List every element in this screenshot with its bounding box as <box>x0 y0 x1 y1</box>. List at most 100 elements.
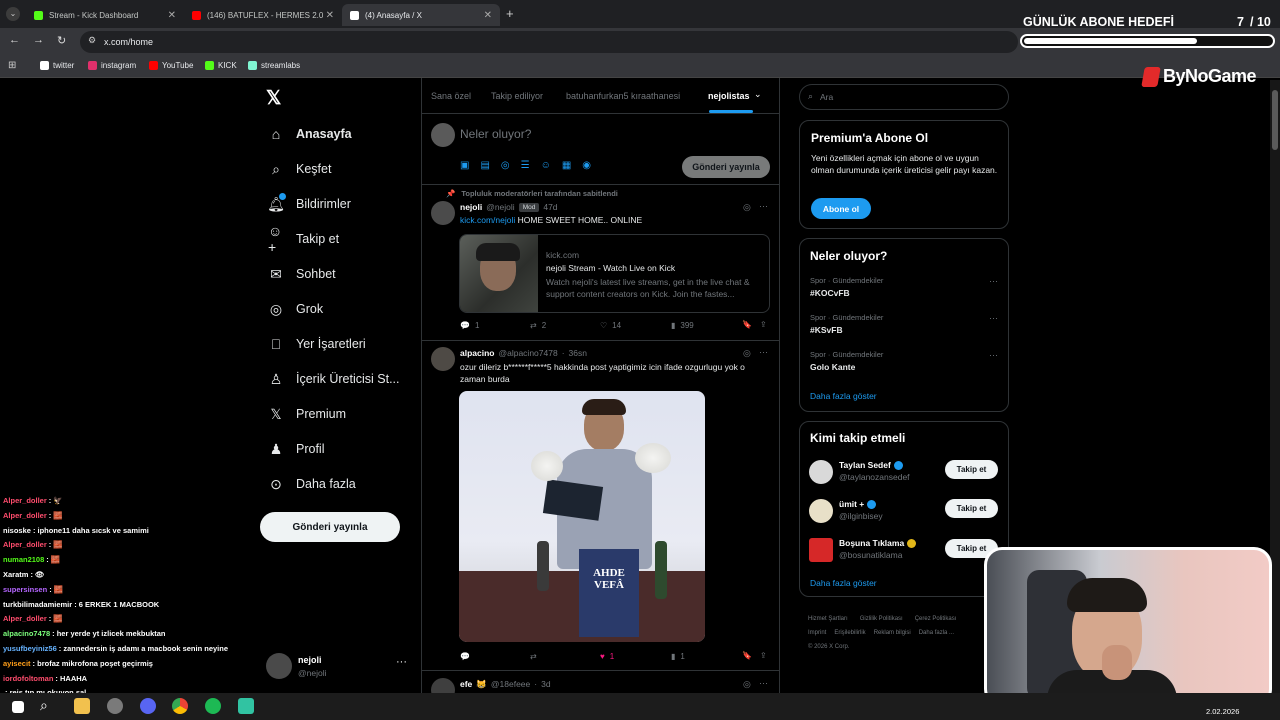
bookmark-instagram[interactable]: instagram <box>88 61 136 70</box>
bookmark-youtube[interactable]: YouTube <box>149 61 193 70</box>
sidebar-item-sohbet[interactable]: ✉ Sohbet <box>268 264 336 284</box>
more-dots-icon[interactable]: ··· <box>396 656 407 668</box>
schedule-icon[interactable]: ▦ <box>562 160 571 171</box>
sidebar-item-daha-fazla[interactable]: ⊙ Daha fazla <box>268 474 356 494</box>
bookmark-streamlabs[interactable]: streamlabs <box>248 61 300 70</box>
gif-icon[interactable]: ▤ <box>480 160 489 171</box>
bookmark-twitter[interactable]: twitter <box>40 61 74 70</box>
grok-icon[interactable]: ◎ <box>743 348 751 359</box>
close-tab-icon[interactable]: ✕ <box>484 10 492 21</box>
trend-item[interactable]: Spor · Gündemdekiler #KSvFB ··· <box>810 313 1000 335</box>
footer-link[interactable]: Daha fazla ... <box>919 630 954 636</box>
bookmark-kick[interactable]: KICK <box>205 61 237 70</box>
discord-icon[interactable] <box>140 698 156 714</box>
poll-icon[interactable]: ☰ <box>521 160 530 171</box>
subscribe-button[interactable]: Abone ol <box>811 198 871 219</box>
post-handle[interactable]: @18efeee <box>491 679 530 690</box>
views-action[interactable]: ▮ 399 <box>671 321 694 330</box>
sidebar-item-bildirimler[interactable]: 🔔︎ Bildirimler <box>267 193 351 214</box>
x-logo-icon[interactable]: 𝕏 <box>266 87 281 110</box>
reply-action[interactable]: 💬 1 <box>460 321 479 330</box>
sidebar-item-yer-i-şaretleri[interactable]: ⎕ Yer İşaretleri <box>268 334 366 354</box>
tab-list-chevron-icon[interactable]: ⌄ <box>6 7 20 21</box>
trend-item[interactable]: Spor · Gündemdekiler #KOCvFB ··· <box>810 276 1000 298</box>
back-icon[interactable]: ← <box>9 34 20 46</box>
footer-link[interactable]: Erişilebilirlik <box>834 630 865 636</box>
close-tab-icon[interactable]: ✕ <box>168 10 176 21</box>
sidebar-item-premium[interactable]: 𝕏 Premium <box>268 404 346 424</box>
streamlabs-icon[interactable] <box>238 698 254 714</box>
bookmark-icon[interactable]: 🔖 <box>742 320 752 329</box>
show-more-link[interactable]: Daha fazla göster <box>810 391 877 401</box>
post-author[interactable]: efe <box>460 679 472 690</box>
windows-start-icon[interactable] <box>12 701 24 713</box>
tab-for-you[interactable]: Sana özel <box>431 91 471 101</box>
grok-icon[interactable]: ◎ <box>743 679 751 690</box>
scrollbar-thumb[interactable] <box>1272 90 1278 150</box>
sidebar-item-anasayfa[interactable]: ⌂ Anasayfa <box>268 124 352 144</box>
tab-youtube[interactable]: (146) BATUFLEX - HERMES 2.0 ✕ <box>184 4 342 26</box>
tab-x-home[interactable]: (4) Anasayfa / X ✕ <box>342 4 500 26</box>
new-tab-icon[interactable]: + <box>506 6 514 21</box>
grok-icon[interactable]: ◎ <box>501 160 510 171</box>
like-action[interactable]: ♥ 1 <box>600 652 614 661</box>
tab-following[interactable]: Takip ediliyor <box>491 91 543 101</box>
sidebar-item-profil[interactable]: ♟ Profil <box>268 439 325 459</box>
reply-action[interactable]: 💬 <box>460 652 470 661</box>
search-icon[interactable]: ⌕ <box>40 697 48 714</box>
follow-button[interactable]: Takip et <box>945 460 998 479</box>
sidebar-post-button[interactable]: Gönderi yayınla <box>260 512 400 542</box>
share-icon[interactable]: ⇪ <box>760 320 767 329</box>
sidebar-item-i-çerik-üreticisi-st[interactable]: ♙ İçerik Üreticisi St... <box>268 369 400 389</box>
forward-icon[interactable]: → <box>33 34 44 46</box>
footer-link[interactable]: Gizlilik Politikası <box>860 616 903 622</box>
post-handle[interactable]: @nejoli <box>486 202 514 212</box>
link-card[interactable]: kick.com nejoli Stream - Watch Live on K… <box>459 234 770 313</box>
more-dots-icon[interactable]: ··· <box>989 276 998 286</box>
tab-kick-dashboard[interactable]: Stream - Kick Dashboard ✕ <box>26 4 184 26</box>
post-author[interactable]: alpacino <box>460 348 494 358</box>
repost-action[interactable]: ⇄ 2 <box>530 321 546 330</box>
like-action[interactable]: ♡ 14 <box>600 321 621 330</box>
post-time[interactable]: 36sn <box>569 348 587 358</box>
post-link[interactable]: kick.com/nejoli <box>460 215 515 225</box>
trend-item[interactable]: Spor · Gündemdekiler Golo Kante ··· <box>810 350 1000 372</box>
composer-input[interactable]: Neler oluyor? <box>460 127 531 141</box>
search-box[interactable]: ⌕ Ara <box>799 84 1009 110</box>
close-tab-icon[interactable]: ✕ <box>326 10 334 21</box>
chevron-down-icon[interactable]: ⌄ <box>754 89 762 100</box>
bookmark-icon[interactable]: 🔖 <box>742 651 752 660</box>
post-time[interactable]: 3d <box>541 679 550 690</box>
address-bar[interactable]: ⚙ x.com/home <box>80 31 1018 53</box>
post-image[interactable]: AHDE VEFÂ <box>459 391 705 642</box>
chrome-icon[interactable] <box>172 698 188 714</box>
file-explorer-icon[interactable] <box>74 698 90 714</box>
emoji-icon[interactable]: ☺ <box>541 160 551 171</box>
more-dots-icon[interactable]: ··· <box>759 347 768 357</box>
media-icon[interactable]: ▣ <box>460 160 469 171</box>
more-dots-icon[interactable]: ··· <box>759 201 768 211</box>
tab-community-kiraathanesi[interactable]: batuhanfurkan5 kıraathanesi <box>566 91 680 101</box>
post-handle[interactable]: @alpacino7478 <box>498 348 557 358</box>
site-info-icon[interactable]: ⚙ <box>88 35 96 46</box>
footer-link[interactable]: Imprint <box>808 630 826 636</box>
sidebar-item-keşfet[interactable]: ⌕ Keşfet <box>268 159 331 179</box>
grok-icon[interactable]: ◎ <box>743 202 751 213</box>
avatar[interactable] <box>431 201 455 225</box>
footer-link[interactable]: Reklam bilgisi <box>874 630 911 636</box>
account-switcher[interactable]: nejoli @nejoli ··· <box>262 650 412 684</box>
footer-link[interactable]: Çerez Politikası <box>915 616 957 622</box>
post-time[interactable]: 47d <box>543 202 557 212</box>
spotify-icon[interactable] <box>205 698 221 714</box>
more-dots-icon[interactable]: ··· <box>759 678 768 688</box>
repost-action[interactable]: ⇄ <box>530 652 537 661</box>
avatar[interactable] <box>431 347 455 371</box>
sidebar-item-takip-et[interactable]: ☺+ Takip et <box>268 223 339 255</box>
tab-nejolistas[interactable]: nejolistas <box>708 91 750 101</box>
composer-post-button[interactable]: Gönderi yayınla <box>682 156 770 178</box>
share-icon[interactable]: ⇪ <box>760 651 767 660</box>
location-icon[interactable]: ◉ <box>582 160 591 171</box>
apps-grid-icon[interactable]: ⊞ <box>8 60 16 71</box>
app-icon[interactable] <box>107 698 123 714</box>
more-dots-icon[interactable]: ··· <box>989 350 998 360</box>
